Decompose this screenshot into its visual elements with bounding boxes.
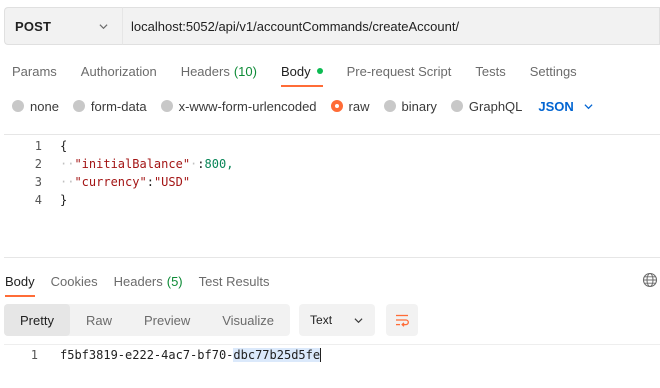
response-text-plain: f5bf3819-e222-4ac7-bf70- [60,347,234,362]
text-cursor [320,348,322,363]
code-text: } [60,193,68,207]
tab-authorization[interactable]: Authorization [81,56,157,86]
response-tab-body[interactable]: Body [5,266,35,297]
response-headers-count: (5) [166,273,183,289]
json-colon: : [146,175,154,189]
wrap-lines-icon [396,314,409,327]
line-number: 4 [34,193,42,207]
editor-line: 4 } [4,191,660,209]
json-key: "currency" [74,175,147,189]
tab-pre-request-script[interactable]: Pre-request Script [347,56,452,86]
tab-label: Settings [529,63,577,79]
response-text: f5bf3819-e222-4ac7-bf70-dbc77b25d5fe [60,347,322,363]
radio-label: form-data [90,98,147,114]
editor-line: 1 { [4,137,660,155]
globe-icon[interactable] [642,272,658,288]
view-preview-button[interactable]: Preview [128,304,206,336]
body-type-selector: none form-data x-www-form-urlencoded raw… [12,94,593,118]
language-select[interactable]: JSON [538,98,593,114]
editor-line: 3 ··"currency":"USD" [4,173,660,191]
code-text: ··"currency":"USD" [60,175,191,189]
tab-label: Pre-request Script [346,63,452,79]
tab-label: Cookies [50,273,98,289]
line-number: 2 [34,157,42,171]
method-select[interactable]: POST [4,7,122,45]
radio-raw[interactable]: raw [330,98,370,114]
response-view-bar: Pretty Raw Preview Visualize Text [4,304,419,336]
tab-headers[interactable]: Headers (10) [181,56,257,86]
method-label: POST [15,18,52,34]
radio-binary[interactable]: binary [383,98,437,114]
tab-params[interactable]: Params [12,56,57,86]
wrap-lines-button[interactable] [386,304,419,336]
json-value: "USD" [153,175,191,189]
radio-circle [450,100,463,112]
response-tabs: Body Cookies Headers (5) Test Results [0,266,660,297]
tab-label: Params [12,63,57,79]
radio-label: none [30,98,59,114]
request-body-editor[interactable]: 1 { 2 ··"initialBalance"·:800, 3 ··"curr… [4,134,660,258]
radio-urlencoded[interactable]: x-www-form-urlencoded [160,98,317,114]
line-number: 3 [34,175,42,189]
radio-none[interactable]: none [12,99,59,114]
radio-label: GraphQL [468,98,523,114]
tab-label: Authorization [80,63,157,79]
tab-body[interactable]: Body [280,56,323,87]
tab-label: Test Results [198,273,270,289]
body-indicator-dot [316,68,323,74]
response-tab-headers[interactable]: Headers (5) [114,266,183,296]
view-raw-button[interactable]: Raw [70,304,128,336]
radio-label: x-www-form-urlencoded [178,98,317,114]
line-number: 1 [34,139,42,153]
radio-circle [160,100,173,112]
radio-circle-selected [330,100,343,112]
json-colon: : [197,157,205,171]
format-select[interactable]: Text [299,304,376,336]
chevron-down-icon [99,23,108,29]
tab-label: Headers [180,63,230,79]
response-tab-test-results[interactable]: Test Results [199,266,270,296]
radio-circle [383,100,396,112]
request-url-bar: POST localhost:5052/api/v1/accountComman… [4,7,660,45]
view-pretty-button[interactable]: Pretty [4,304,70,336]
headers-count: (10) [233,63,257,79]
format-label: Text [310,313,333,327]
response-text-selected: dbc77b25d5fe [233,347,321,362]
code-text: ··"initialBalance"·:800, [60,157,234,171]
editor-line: 2 ··"initialBalance"·:800, [4,155,660,173]
tab-tests[interactable]: Tests [475,56,505,86]
url-input[interactable]: localhost:5052/api/v1/accountCommands/cr… [122,7,660,45]
tab-label: Body [5,273,35,289]
code-text: { [60,139,68,153]
tab-label: Headers [113,273,163,289]
radio-circle [72,100,85,112]
tab-settings[interactable]: Settings [530,56,577,86]
chevron-down-icon [584,103,593,109]
response-tab-cookies[interactable]: Cookies [51,266,98,296]
response-line: 1 f5bf3819-e222-4ac7-bf70-dbc77b25d5fe [4,346,660,364]
json-value: 800, [204,157,234,171]
view-visualize-button[interactable]: Visualize [206,304,290,336]
tab-label: Tests [475,63,506,79]
request-tabs: Params Authorization Headers (10) Body Pr… [0,56,589,87]
tab-label: Body [280,63,311,79]
json-key: "initialBalance" [74,157,191,171]
radio-graphql[interactable]: GraphQL [450,98,523,114]
radio-form-data[interactable]: form-data [72,98,147,114]
language-label: JSON [538,98,574,114]
view-mode-segmented-control: Pretty Raw Preview Visualize [4,304,291,336]
line-number: 1 [30,348,38,362]
radio-label: binary [401,98,437,114]
chevron-down-icon [354,317,363,323]
radio-circle [12,100,24,112]
radio-label: raw [348,98,370,114]
response-body-viewer[interactable]: 1 f5bf3819-e222-4ac7-bf70-dbc77b25d5fe [4,344,660,364]
